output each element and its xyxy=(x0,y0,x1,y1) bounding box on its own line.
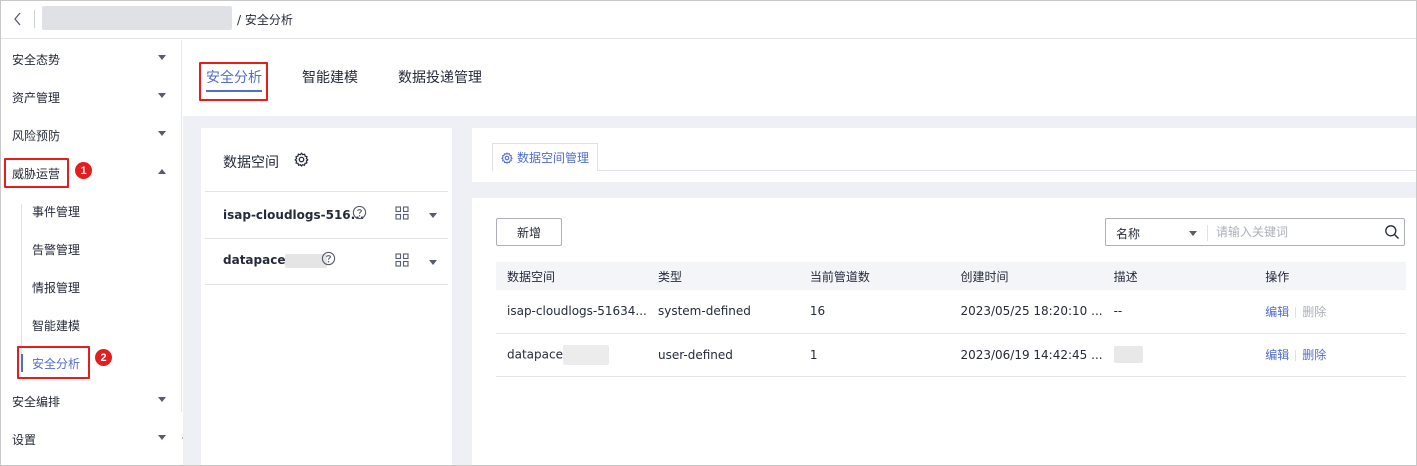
sidebar-item-intelligent-modeling[interactable]: 智能建模 xyxy=(1,306,182,344)
sidebar: 安全态势 资产管理 风险预防 威胁运营 事件管理 告警管理 情报管理 智能建模 … xyxy=(1,40,182,465)
sidebar-item-label: 安全态势 xyxy=(12,52,61,67)
add-button[interactable]: 新增 xyxy=(496,218,562,246)
chevron-down-icon xyxy=(158,397,166,402)
action-separator xyxy=(1295,350,1297,361)
sidebar-item-settings[interactable]: 设置 xyxy=(1,420,182,458)
table-row: datapace user-defined 1 2023/06/19 14:42… xyxy=(496,333,1406,377)
cell-pipe-count: 1 xyxy=(798,333,950,377)
chevron-down-icon xyxy=(158,131,166,136)
sidebar-item-asset-management[interactable]: 资产管理 xyxy=(1,78,182,116)
data-space-panel: 数据空间 isap-cloudlogs-516... datapace xyxy=(201,128,452,465)
cell-type: user-defined xyxy=(646,333,799,377)
grid-view-icon[interactable] xyxy=(395,253,409,270)
cell-actions: 编辑 删除 xyxy=(1254,333,1406,377)
gear-icon xyxy=(501,151,513,164)
cell-data-space: isap-cloudlogs-51634... xyxy=(496,290,647,334)
data-space-title: 数据空间 xyxy=(223,155,279,171)
tab-data-delivery-management[interactable]: 数据投递管理 xyxy=(398,67,482,87)
delete-link: 删除 xyxy=(1302,304,1327,319)
breadcrumb-redacted xyxy=(42,6,232,30)
sidebar-item-label: 事件管理 xyxy=(32,204,81,219)
top-bar: / 安全分析 xyxy=(1,1,1416,39)
cell-created-time: 2023/05/25 18:20:10 ... xyxy=(949,290,1103,334)
column-header-actions: 操作 xyxy=(1265,269,1290,284)
chevron-down-icon xyxy=(158,55,166,60)
edit-link[interactable]: 编辑 xyxy=(1265,305,1289,319)
highlight-box-security-analysis xyxy=(17,346,90,379)
tab-label: 数据空间管理 xyxy=(517,151,590,165)
step-badge-2: 2 xyxy=(95,349,112,366)
sidebar-item-incident-management[interactable]: 事件管理 xyxy=(1,192,182,230)
search-icon[interactable] xyxy=(1384,224,1400,243)
data-space-item[interactable]: isap-cloudlogs-516... xyxy=(205,191,448,238)
data-space-list-panel: 新增 名称 数据空间 类型 当前管道数 创建时间 描述 操作 xyxy=(472,198,1416,465)
sidebar-item-alert-management[interactable]: 告警管理 xyxy=(1,230,182,268)
sidebar-item-label: 安全编排 xyxy=(12,394,61,409)
column-header-pipe-count: 当前管道数 xyxy=(809,269,870,284)
data-space-name: isap-cloudlogs-516... xyxy=(223,208,365,222)
sidebar-item-security-posture[interactable]: 安全态势 xyxy=(1,40,182,78)
redacted-mask xyxy=(1113,346,1143,363)
edit-link[interactable]: 编辑 xyxy=(1265,348,1289,362)
data-space-management-header: 数据空间管理 xyxy=(472,128,1416,182)
data-space-item[interactable]: datapace xyxy=(205,238,448,285)
main-content: 安全分析 智能建模 数据投递管理 数据空间 isap-cloudlogs-516… xyxy=(183,40,1416,465)
chevron-down-icon[interactable] xyxy=(1189,231,1197,236)
cell-actions: 编辑 删除 xyxy=(1254,290,1406,334)
step-badge-1: 1 xyxy=(75,162,92,179)
highlight-box-threat-operations xyxy=(4,158,69,188)
cell-type: system-defined xyxy=(646,290,799,334)
sidebar-item-label: 设置 xyxy=(12,432,37,447)
cell-data-space: datapace xyxy=(496,333,647,377)
search-field-select[interactable]: 名称 xyxy=(1116,225,1140,242)
sidebar-item-label: 智能建模 xyxy=(32,318,81,333)
tab-baseline xyxy=(492,170,1416,171)
sidebar-item-risk-prevention[interactable]: 风险预防 xyxy=(1,116,182,154)
sidebar-item-security-orchestration[interactable]: 安全编排 xyxy=(1,382,182,420)
cell-created-time: 2023/06/19 14:42:45 ... xyxy=(949,333,1103,377)
delete-link[interactable]: 删除 xyxy=(1302,348,1326,362)
grid-view-icon[interactable] xyxy=(395,206,409,223)
chevron-down-icon xyxy=(158,93,166,98)
sidebar-item-label: 资产管理 xyxy=(12,90,61,105)
sidebar-item-label: 告警管理 xyxy=(32,242,81,257)
chevron-up-icon xyxy=(158,169,166,174)
sidebar-item-label: 风险预防 xyxy=(12,128,61,143)
chevron-down-icon[interactable] xyxy=(429,260,437,265)
chevron-down-icon[interactable] xyxy=(429,213,437,218)
search-box: 名称 xyxy=(1105,218,1405,246)
table-header-row: 数据空间 类型 当前管道数 创建时间 描述 操作 xyxy=(496,262,1406,290)
top-divider xyxy=(34,10,35,28)
column-header-description: 描述 xyxy=(1113,269,1138,284)
cell-description xyxy=(1102,333,1255,377)
action-separator xyxy=(1295,306,1297,318)
tab-intelligent-modeling[interactable]: 智能建模 xyxy=(302,67,358,87)
search-separator xyxy=(1207,225,1208,241)
highlight-box-tab xyxy=(199,62,268,101)
cell-pipe-count: 16 xyxy=(798,290,950,334)
chevron-left-icon xyxy=(14,12,21,26)
sidebar-item-label: 情报管理 xyxy=(32,280,81,295)
data-space-table: 数据空间 类型 当前管道数 创建时间 描述 操作 isap-cloudlogs-… xyxy=(496,262,1406,377)
help-icon[interactable] xyxy=(352,205,367,223)
column-header-created-time: 创建时间 xyxy=(960,269,1009,284)
data-space-name: datapace xyxy=(223,253,328,268)
tabs-bar: 安全分析 智能建模 数据投递管理 xyxy=(183,40,1416,116)
tab-data-space-management[interactable]: 数据空间管理 xyxy=(492,143,599,171)
search-input[interactable] xyxy=(1216,223,1376,241)
column-header-type: 类型 xyxy=(657,269,682,284)
cell-description: -- xyxy=(1102,290,1255,334)
table-row: isap-cloudlogs-51634... system-defined 1… xyxy=(496,290,1406,334)
sidebar-item-intelligence-management[interactable]: 情报管理 xyxy=(1,268,182,306)
redacted-mask xyxy=(562,344,609,365)
column-header-data-space: 数据空间 xyxy=(507,269,556,284)
breadcrumb-current: / 安全分析 xyxy=(237,13,293,27)
gear-icon[interactable] xyxy=(294,152,309,170)
back-button[interactable] xyxy=(9,10,27,28)
chevron-down-icon xyxy=(158,435,166,440)
help-icon[interactable] xyxy=(321,251,336,269)
